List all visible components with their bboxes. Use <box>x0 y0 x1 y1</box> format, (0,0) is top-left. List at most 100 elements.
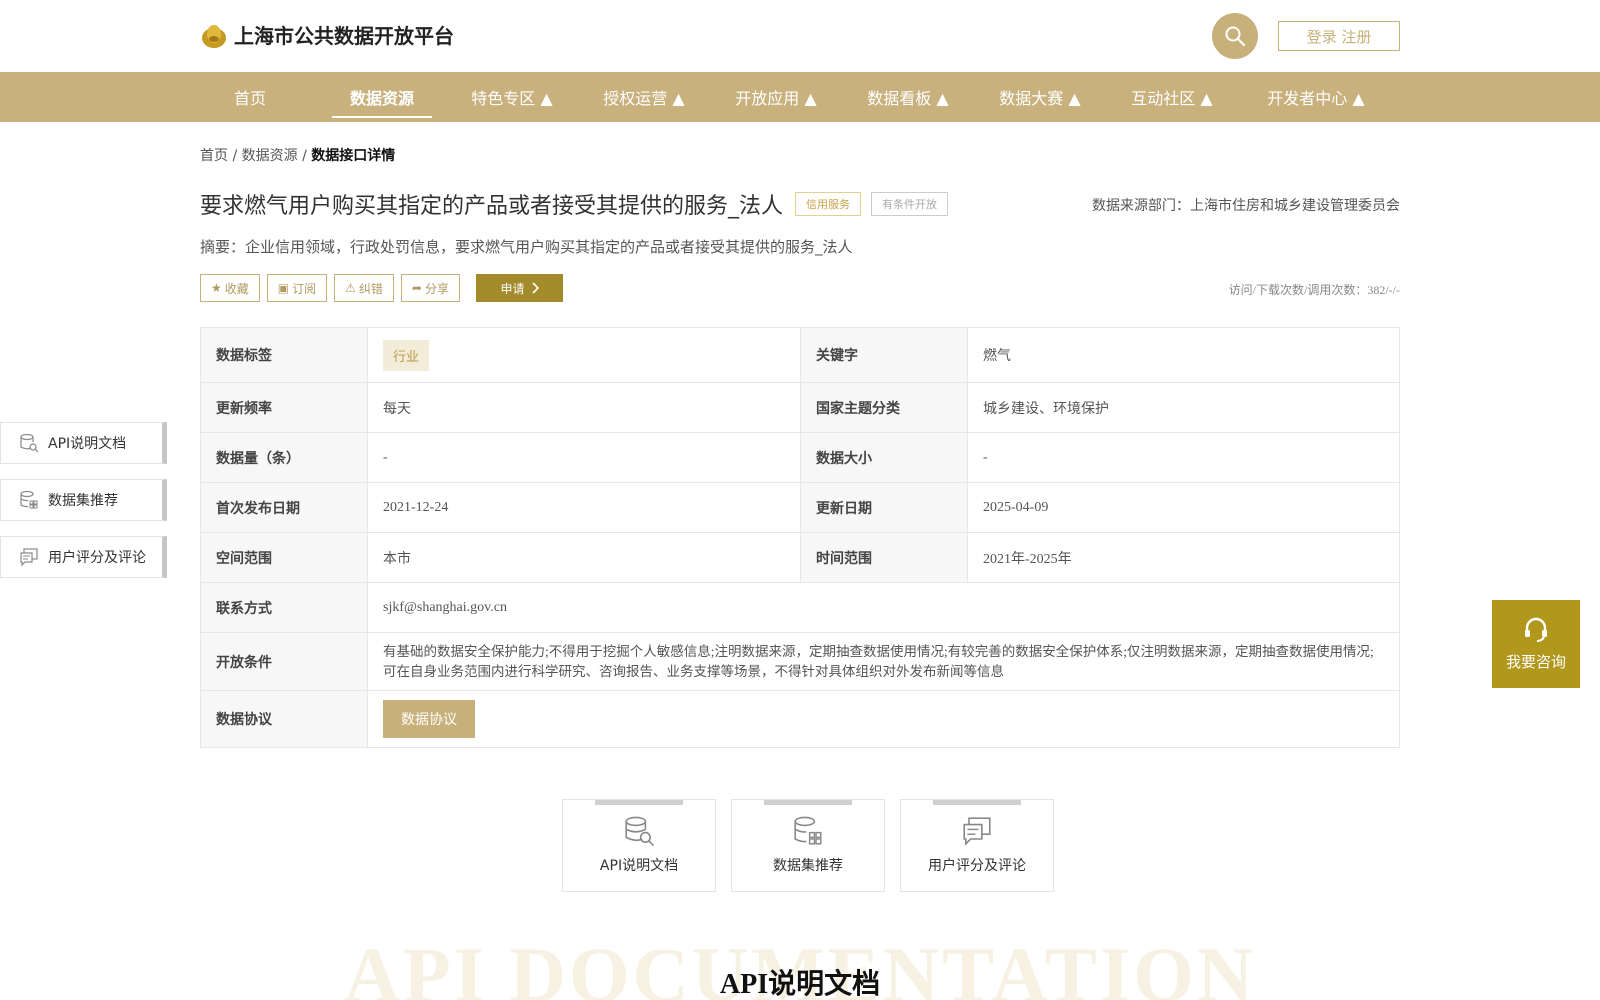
database-search-icon <box>625 816 654 846</box>
table-row: 首次发布日期 2021-12-24 更新日期 2025-04-09 <box>200 482 1400 533</box>
side-rating-label: 用户评分及评论 <box>48 550 146 566</box>
open-condition-value: 有基础的数据安全保护能力;不得用于挖掘个人敏感信息;注明数据来源，定期抽查数据使… <box>367 632 1400 691</box>
apply-label: 申请 <box>500 281 525 296</box>
table-row: 开放条件 有基础的数据安全保护能力;不得用于挖掘个人敏感信息;注明数据来源，定期… <box>200 632 1400 691</box>
tag-label: 数据标签 <box>200 327 368 383</box>
consult-button[interactable]: 我要咨询 <box>1492 600 1580 688</box>
database-grid-icon <box>20 490 38 509</box>
breadcrumb-home[interactable]: 首页 <box>200 148 228 164</box>
section-title: API说明文档 <box>719 969 881 1000</box>
freq-value: 每天 <box>367 382 801 433</box>
title-row: 要求燃气用户购买其指定的产品或者接受其提供的服务_法人 信用服务 有条件开放 <box>200 188 949 220</box>
breadcrumb-data-resources[interactable]: 数据资源 <box>242 148 298 164</box>
dataset-info-table: 数据标签 行业 关键字 燃气 更新频率 每天 国家主题分类 城乡建设、环境保护 … <box>200 327 1400 748</box>
dataset-summary: 摘要：企业信用领域，行政处罚信息，要求燃气用户购买其指定的产品或者接受其提供的服… <box>200 238 853 256</box>
update-date-value: 2025-04-09 <box>967 482 1400 533</box>
side-rating[interactable]: 用户评分及评论 <box>0 536 167 578</box>
count-value: - <box>367 432 801 483</box>
data-protocol-button[interactable]: 数据协议 <box>383 700 475 738</box>
table-row: 更新频率 每天 国家主题分类 城乡建设、环境保护 <box>200 382 1400 433</box>
comment-icon <box>963 817 991 846</box>
side-recommend-label: 数据集推荐 <box>48 493 118 509</box>
source-department: 数据来源部门：上海市住房和城乡建设管理委员会 <box>1092 198 1400 214</box>
database-search-icon <box>20 433 39 453</box>
nav-home[interactable]: 首页 <box>210 72 290 122</box>
warning-icon: ⚠ <box>345 281 356 295</box>
size-value: - <box>967 432 1400 483</box>
report-label: 纠错 <box>358 281 383 296</box>
logo-icon <box>202 24 226 48</box>
nav-special-zone[interactable]: 特色专区 ▲ <box>462 72 562 122</box>
star-icon: ★ <box>211 281 222 295</box>
keyword-label: 关键字 <box>800 327 968 383</box>
comment-icon <box>20 548 38 567</box>
card-api-doc[interactable]: API说明文档 <box>562 799 716 892</box>
subscribe-button[interactable]: ▣ 订阅 <box>266 274 328 302</box>
first-publish-label: 首次发布日期 <box>200 482 368 533</box>
update-date-label: 更新日期 <box>800 482 968 533</box>
database-grid-icon <box>794 816 822 845</box>
open-type-tag: 有条件开放 <box>871 192 949 216</box>
nav-data-dashboard[interactable]: 数据看板 ▲ <box>858 72 958 122</box>
headset-icon <box>1525 617 1547 642</box>
search-button[interactable] <box>1212 13 1258 59</box>
card-api-doc-label: API说明文档 <box>599 858 679 874</box>
credit-service-tag: 信用服务 <box>795 192 862 216</box>
space-range-label: 空间范围 <box>200 532 368 583</box>
keyword-value: 燃气 <box>967 327 1400 383</box>
time-range-label: 时间范围 <box>800 532 968 583</box>
bookmark-icon: ▣ <box>277 281 290 295</box>
space-range-value: 本市 <box>367 532 801 583</box>
main-nav: 首页 数据资源 特色专区 ▲ 授权运营 ▲ 开放应用 ▲ 数据看板 ▲ 数据大赛… <box>0 72 1600 122</box>
breadcrumb-current: 数据接口详情 <box>311 148 396 164</box>
card-rating[interactable]: 用户评分及评论 <box>900 799 1054 892</box>
theme-label: 国家主题分类 <box>800 382 968 433</box>
card-recommend[interactable]: 数据集推荐 <box>731 799 885 892</box>
site-logo[interactable]: 上海市公共数据开放平台 <box>200 20 454 49</box>
protocol-cell: 数据协议 <box>367 690 1400 748</box>
size-label: 数据大小 <box>800 432 968 483</box>
nav-data-contest[interactable]: 数据大赛 ▲ <box>990 72 1090 122</box>
action-bar: ★ 收藏 ▣ 订阅 ⚠ 纠错 ➦ 分享 申请 <box>200 274 563 302</box>
favorite-label: 收藏 <box>224 281 249 296</box>
side-api-doc-label: API说明文档 <box>48 436 127 452</box>
contact-value: sjkf@shanghai.gov.cn <box>367 582 1400 633</box>
theme-value: 城乡建设、环境保护 <box>967 382 1400 433</box>
breadcrumb-separator: / <box>232 148 238 164</box>
table-row: 空间范围 本市 时间范围 2021年-2025年 <box>200 532 1400 583</box>
card-rating-label: 用户评分及评论 <box>928 858 1026 874</box>
apply-button[interactable]: 申请 <box>476 274 563 302</box>
side-recommend[interactable]: 数据集推荐 <box>0 479 167 521</box>
nav-authorized-ops[interactable]: 授权运营 ▲ <box>594 72 694 122</box>
login-register-button[interactable]: 登录 注册 <box>1278 21 1400 51</box>
tag-value-cell: 行业 <box>367 327 801 383</box>
industry-chip[interactable]: 行业 <box>383 339 430 371</box>
share-button[interactable]: ➦ 分享 <box>400 274 460 302</box>
side-api-doc[interactable]: API说明文档 <box>0 422 167 464</box>
report-error-button[interactable]: ⚠ 纠错 <box>334 274 394 302</box>
page-title: 要求燃气用户购买其指定的产品或者接受其提供的服务_法人 <box>200 194 784 219</box>
share-label: 分享 <box>424 281 449 296</box>
nav-community[interactable]: 互动社区 ▲ <box>1122 72 1222 122</box>
open-condition-label: 开放条件 <box>200 632 368 691</box>
share-icon: ➦ <box>411 281 422 295</box>
favorite-button[interactable]: ★ 收藏 <box>200 274 260 302</box>
site-title: 上海市公共数据开放平台 <box>234 24 454 48</box>
card-recommend-label: 数据集推荐 <box>773 858 843 874</box>
breadcrumb: 首页 / 数据资源 / 数据接口详情 <box>200 145 395 165</box>
freq-label: 更新频率 <box>200 382 368 433</box>
subscribe-label: 订阅 <box>292 281 317 296</box>
nav-open-apps[interactable]: 开放应用 ▲ <box>726 72 826 122</box>
time-range-value: 2021年-2025年 <box>967 532 1400 583</box>
first-publish-value: 2021-12-24 <box>367 482 801 533</box>
search-icon <box>1225 26 1246 47</box>
count-label: 数据量（条） <box>200 432 368 483</box>
table-row: 数据标签 行业 关键字 燃气 <box>200 327 1400 383</box>
chevron-right-icon <box>531 282 539 294</box>
protocol-label: 数据协议 <box>200 690 368 748</box>
contact-label: 联系方式 <box>200 582 368 633</box>
nav-data-resources[interactable]: 数据资源 <box>332 72 432 122</box>
nav-developer-center[interactable]: 开发者中心 ▲ <box>1254 72 1378 122</box>
consult-label: 我要咨询 <box>1505 652 1566 671</box>
access-stats: 访问/下载次数/调用次数：382/-/- <box>1228 283 1400 297</box>
